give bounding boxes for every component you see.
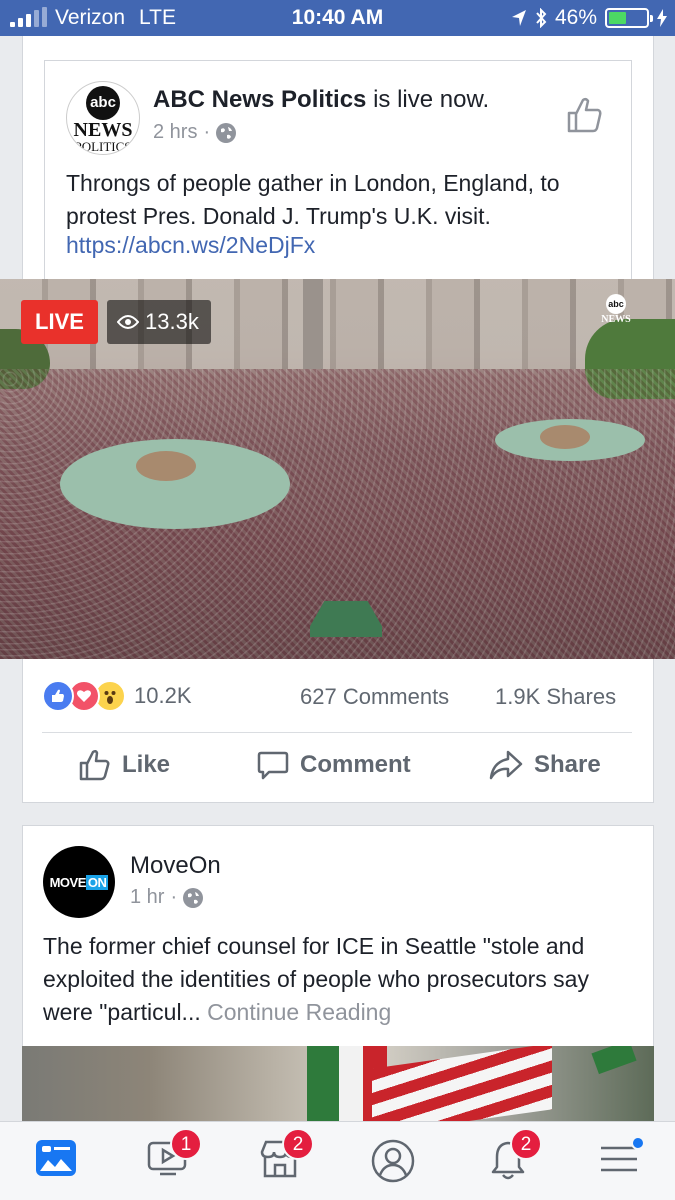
moveon-post-time[interactable]: 1 hr [130,886,164,909]
marketplace-badge: 2 [282,1128,314,1160]
viewer-count-badge: 13.3k [107,300,211,344]
watermark-text: NEWS [601,314,631,325]
comments-count-link[interactable]: 627 Comments [300,684,449,710]
video-buildings [0,279,675,369]
like-reaction-icon [42,680,74,712]
meta-dot: · [170,886,178,908]
eye-icon [117,315,139,329]
moveon-post-text: The former chief counsel for ICE in Seat… [43,930,643,1029]
tab-marketplace[interactable]: 2 [258,1128,314,1186]
video-fountain-right-base [540,425,590,449]
news-feed-icon [36,1140,76,1176]
shared-post-meta: 2 hrs · [153,121,237,144]
notifications-badge: 2 [510,1128,542,1160]
share-button[interactable]: Share [488,748,601,782]
tab-news-feed[interactable] [34,1138,82,1186]
continue-reading-link[interactable]: Continue Reading [207,999,391,1025]
share-button-label: Share [534,751,601,778]
profile-icon [371,1139,415,1183]
abc-news-watermark: abc NEWS [598,294,634,330]
live-badge: LIVE [21,300,98,344]
abc-avatar-news: NEWS [73,119,133,141]
location-arrow-icon [511,10,526,26]
comment-button-label: Comment [300,751,411,778]
status-right: 46% [511,6,667,30]
moveon-logo-on: ON [85,874,109,890]
abc-logo-icon: abc [86,86,120,120]
share-arrow-icon [489,750,523,780]
abc-avatar-politics: POLITICS [74,139,132,154]
reactions-count: 10.2K [134,683,192,708]
viewer-count: 13.3k [145,309,199,334]
live-video-player[interactable] [0,279,675,659]
moveon-logo: MOVE ON [49,874,109,890]
shares-count-link[interactable]: 1.9K Shares [495,684,616,710]
menu-dot-badge [631,1136,645,1150]
comment-bubble-icon [257,751,289,780]
moveon-post-meta: 1 hr · [130,886,204,909]
post-time[interactable]: 2 hrs [153,121,197,144]
tab-menu[interactable] [597,1136,645,1186]
tab-profile[interactable] [370,1138,418,1186]
shared-post-link[interactable]: https://abcn.ws/2NeDjFx [66,232,315,259]
globe-icon [183,887,204,908]
live-status-text: is live now. [373,86,490,113]
tab-notifications[interactable]: 2 [486,1128,542,1186]
watermark-logo: abc [606,294,626,314]
moveon-avatar[interactable]: MOVE ON [43,846,115,918]
like-button-label: Like [122,751,171,778]
moveon-post-image[interactable] [22,1046,654,1122]
bluetooth-icon [536,8,547,28]
image-us-flag [372,1046,552,1122]
battery-icon [605,8,653,28]
abc-news-avatar[interactable]: abc NEWS POLITICS [66,81,140,155]
shared-post-header: ABC News Politics is live now. [153,86,489,114]
video-column [303,279,323,369]
like-button[interactable]: Like [78,748,170,782]
globe-icon [216,122,237,143]
battery-percent: 46% [554,6,597,29]
moveon-page-name[interactable]: MoveOn [130,852,221,880]
actions-divider [42,732,632,733]
image-street-sign [591,1046,637,1075]
watch-badge: 1 [170,1128,202,1160]
comment-button[interactable]: Comment [256,748,411,782]
reactions-summary[interactable]: 10.2K [42,680,192,712]
meta-dot: · [203,121,211,143]
moveon-logo-move: MOVE [49,874,87,890]
video-fountain-left-base [136,451,196,481]
page-name-link[interactable]: ABC News Politics [153,86,366,113]
like-page-icon[interactable] [565,95,605,135]
bottom-tab-bar: 1 2 2 [0,1121,675,1200]
shared-post-text: Throngs of people gather in London, Engl… [66,170,560,229]
tab-watch[interactable]: 1 [146,1128,202,1186]
charging-bolt-icon [657,9,667,27]
thumbs-up-icon [79,749,110,781]
status-bar: Verizon LTE 10:40 AM 46% [0,0,675,36]
shared-live-post[interactable]: abc NEWS POLITICS ABC News Politics is l… [44,60,632,282]
